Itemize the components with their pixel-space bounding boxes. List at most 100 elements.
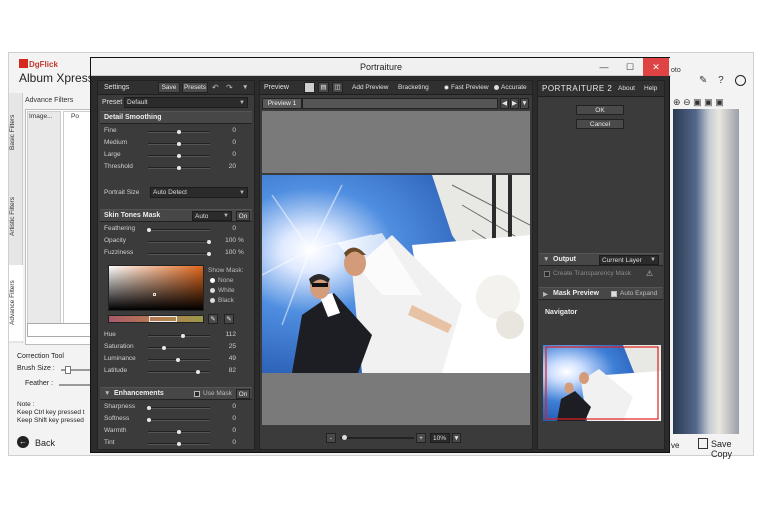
about-button[interactable]: About — [618, 85, 635, 92]
slider-thumb[interactable] — [180, 334, 185, 338]
mask-preview-expand-icon[interactable]: ▶ — [543, 290, 548, 298]
slider-thumb[interactable] — [147, 406, 151, 410]
slider-track[interactable] — [148, 253, 210, 255]
slider-thumb[interactable] — [177, 142, 181, 146]
skin-tones-mask-section-header[interactable]: Skin Tones Mask Auto ▼ On — [100, 209, 252, 222]
slider-value[interactable]: 0 — [212, 403, 236, 410]
next-tab-icon[interactable]: ▶ — [510, 98, 519, 109]
pen-tool-icon[interactable]: ✎ — [699, 75, 707, 86]
help-icon[interactable]: ? — [718, 75, 724, 86]
slider-thumb[interactable] — [177, 130, 181, 134]
show-mask-radio-none[interactable] — [210, 278, 215, 283]
slider-value[interactable]: 0 — [212, 139, 236, 146]
slider-track[interactable] — [148, 229, 210, 231]
output-collapse-icon[interactable]: ▼ — [543, 256, 549, 263]
slider-thumb[interactable] — [177, 166, 181, 170]
slider-thumb[interactable] — [176, 358, 181, 362]
enhancements-section-header[interactable]: ▼ Enhancements Use Mask On — [100, 387, 252, 400]
slider-thumb[interactable] — [147, 418, 151, 422]
detail-smoothing-section-header[interactable]: Detail Smoothing — [100, 111, 252, 124]
redo-icon[interactable]: ↷ — [226, 83, 233, 92]
slider-thumb[interactable] — [162, 346, 166, 350]
cancel-button[interactable]: Cancel — [576, 119, 624, 129]
output-section-header[interactable]: ▼ Output Current Layer ▼ — [539, 253, 663, 266]
slider-track[interactable] — [148, 335, 210, 337]
zoom-out-icon[interactable]: ⊖ — [683, 97, 691, 107]
user-avatar-icon[interactable] — [734, 75, 746, 86]
preset-dropdown[interactable]: Default ▼ — [124, 97, 248, 108]
save-copy-button[interactable]: Save Copy — [711, 439, 753, 459]
slider-track[interactable] — [148, 407, 210, 409]
slider-track[interactable] — [148, 371, 210, 373]
output-dropdown[interactable]: Current Layer ▼ — [599, 255, 659, 265]
fullscreen-icon[interactable]: ▣ — [715, 97, 724, 107]
maximize-button[interactable]: ☐ — [617, 58, 643, 76]
slider-value[interactable]: 100 — [212, 237, 236, 244]
zoom-out-button[interactable]: - — [326, 433, 336, 443]
navigator-thumbnail[interactable] — [543, 345, 661, 421]
back-arrow-icon[interactable]: ← — [17, 436, 29, 448]
slider-value[interactable]: 49 — [212, 355, 236, 362]
tab-advance-filters[interactable]: Advance Filters — [9, 265, 23, 341]
create-transparency-checkbox[interactable] — [544, 271, 550, 277]
accurate-radio[interactable] — [494, 85, 499, 90]
filter-input-box[interactable] — [27, 323, 95, 337]
mask-preview-section-header[interactable]: ▶ Mask Preview Auto Expand — [539, 287, 663, 300]
single-view-icon[interactable] — [304, 82, 315, 93]
ok-button[interactable]: OK — [576, 105, 624, 115]
portrait-size-dropdown[interactable]: Auto Detect ▼ — [150, 187, 248, 198]
slider-value[interactable]: 0 — [212, 151, 236, 158]
bracketing-button[interactable]: Bracketing — [398, 84, 429, 91]
back-button[interactable]: Back — [35, 438, 55, 448]
eyedropper-plus-icon[interactable]: ✎ — [224, 314, 234, 324]
help-button[interactable]: Help — [644, 85, 657, 92]
save-button[interactable]: Save — [158, 82, 180, 93]
fit-icon[interactable]: ▣ — [693, 97, 702, 107]
zoom-in-button[interactable]: + — [416, 433, 426, 443]
skin-color-swatch[interactable] — [108, 315, 204, 323]
skin-mask-mode-dropdown[interactable]: Auto ▼ — [192, 211, 232, 221]
tab-artistic-filters[interactable]: Artistic Filters — [9, 177, 23, 257]
undo-icon[interactable]: ↶ — [212, 83, 219, 92]
split-vertical-icon[interactable]: ◫ — [332, 82, 343, 93]
auto-expand-checkbox[interactable] — [611, 291, 617, 297]
actual-size-icon[interactable]: ▣ — [704, 97, 713, 107]
slider-track[interactable] — [148, 419, 210, 421]
save-partial-label[interactable]: ve — [671, 441, 679, 450]
slider-value[interactable]: 0 — [212, 127, 236, 134]
slider-thumb[interactable] — [147, 228, 151, 232]
zoom-slider-thumb[interactable] — [342, 435, 347, 440]
minimize-button[interactable]: — — [591, 58, 617, 76]
slider-value[interactable]: 112 — [212, 331, 236, 338]
split-horizontal-icon[interactable]: ▤ — [318, 82, 329, 93]
skin-mask-on-button[interactable]: On — [236, 211, 250, 221]
zoom-slider[interactable] — [340, 435, 414, 440]
tab-preview-1[interactable]: Preview 1 — [262, 98, 302, 109]
tab-basic-filters[interactable]: Basic Filters — [9, 97, 23, 167]
collapse-arrow-icon[interactable]: ▼ — [104, 390, 110, 397]
slider-value[interactable]: 0 — [212, 439, 236, 446]
slider-value[interactable]: 0 — [212, 415, 236, 422]
slider-track[interactable] — [148, 241, 210, 243]
slider-thumb[interactable] — [177, 442, 181, 446]
slider-value[interactable]: 20 — [212, 163, 236, 170]
prev-tab-icon[interactable]: ◀ — [500, 98, 509, 109]
enhancements-on-button[interactable]: On — [236, 389, 250, 399]
slider-thumb[interactable] — [207, 240, 211, 244]
close-button[interactable]: ✕ — [643, 58, 669, 76]
add-preview-button[interactable]: Add Preview — [352, 84, 389, 91]
slider-value[interactable]: 100 — [212, 249, 236, 256]
slider-value[interactable]: 82 — [212, 367, 236, 374]
image-list[interactable] — [27, 111, 61, 331]
slider-value[interactable]: 25 — [212, 343, 236, 350]
eyedropper-icon[interactable]: ✎ — [208, 314, 218, 324]
slider-track[interactable] — [148, 347, 210, 349]
slider-thumb[interactable] — [177, 154, 181, 158]
feather-slider[interactable] — [59, 384, 91, 386]
fast-preview-radio[interactable] — [444, 85, 449, 90]
save-copy-icon[interactable] — [698, 438, 708, 449]
show-mask-radio-black[interactable] — [210, 298, 215, 303]
use-mask-checkbox[interactable] — [194, 391, 200, 397]
presets-button[interactable]: Presets — [182, 82, 208, 93]
brush-size-thumb[interactable] — [65, 366, 71, 374]
